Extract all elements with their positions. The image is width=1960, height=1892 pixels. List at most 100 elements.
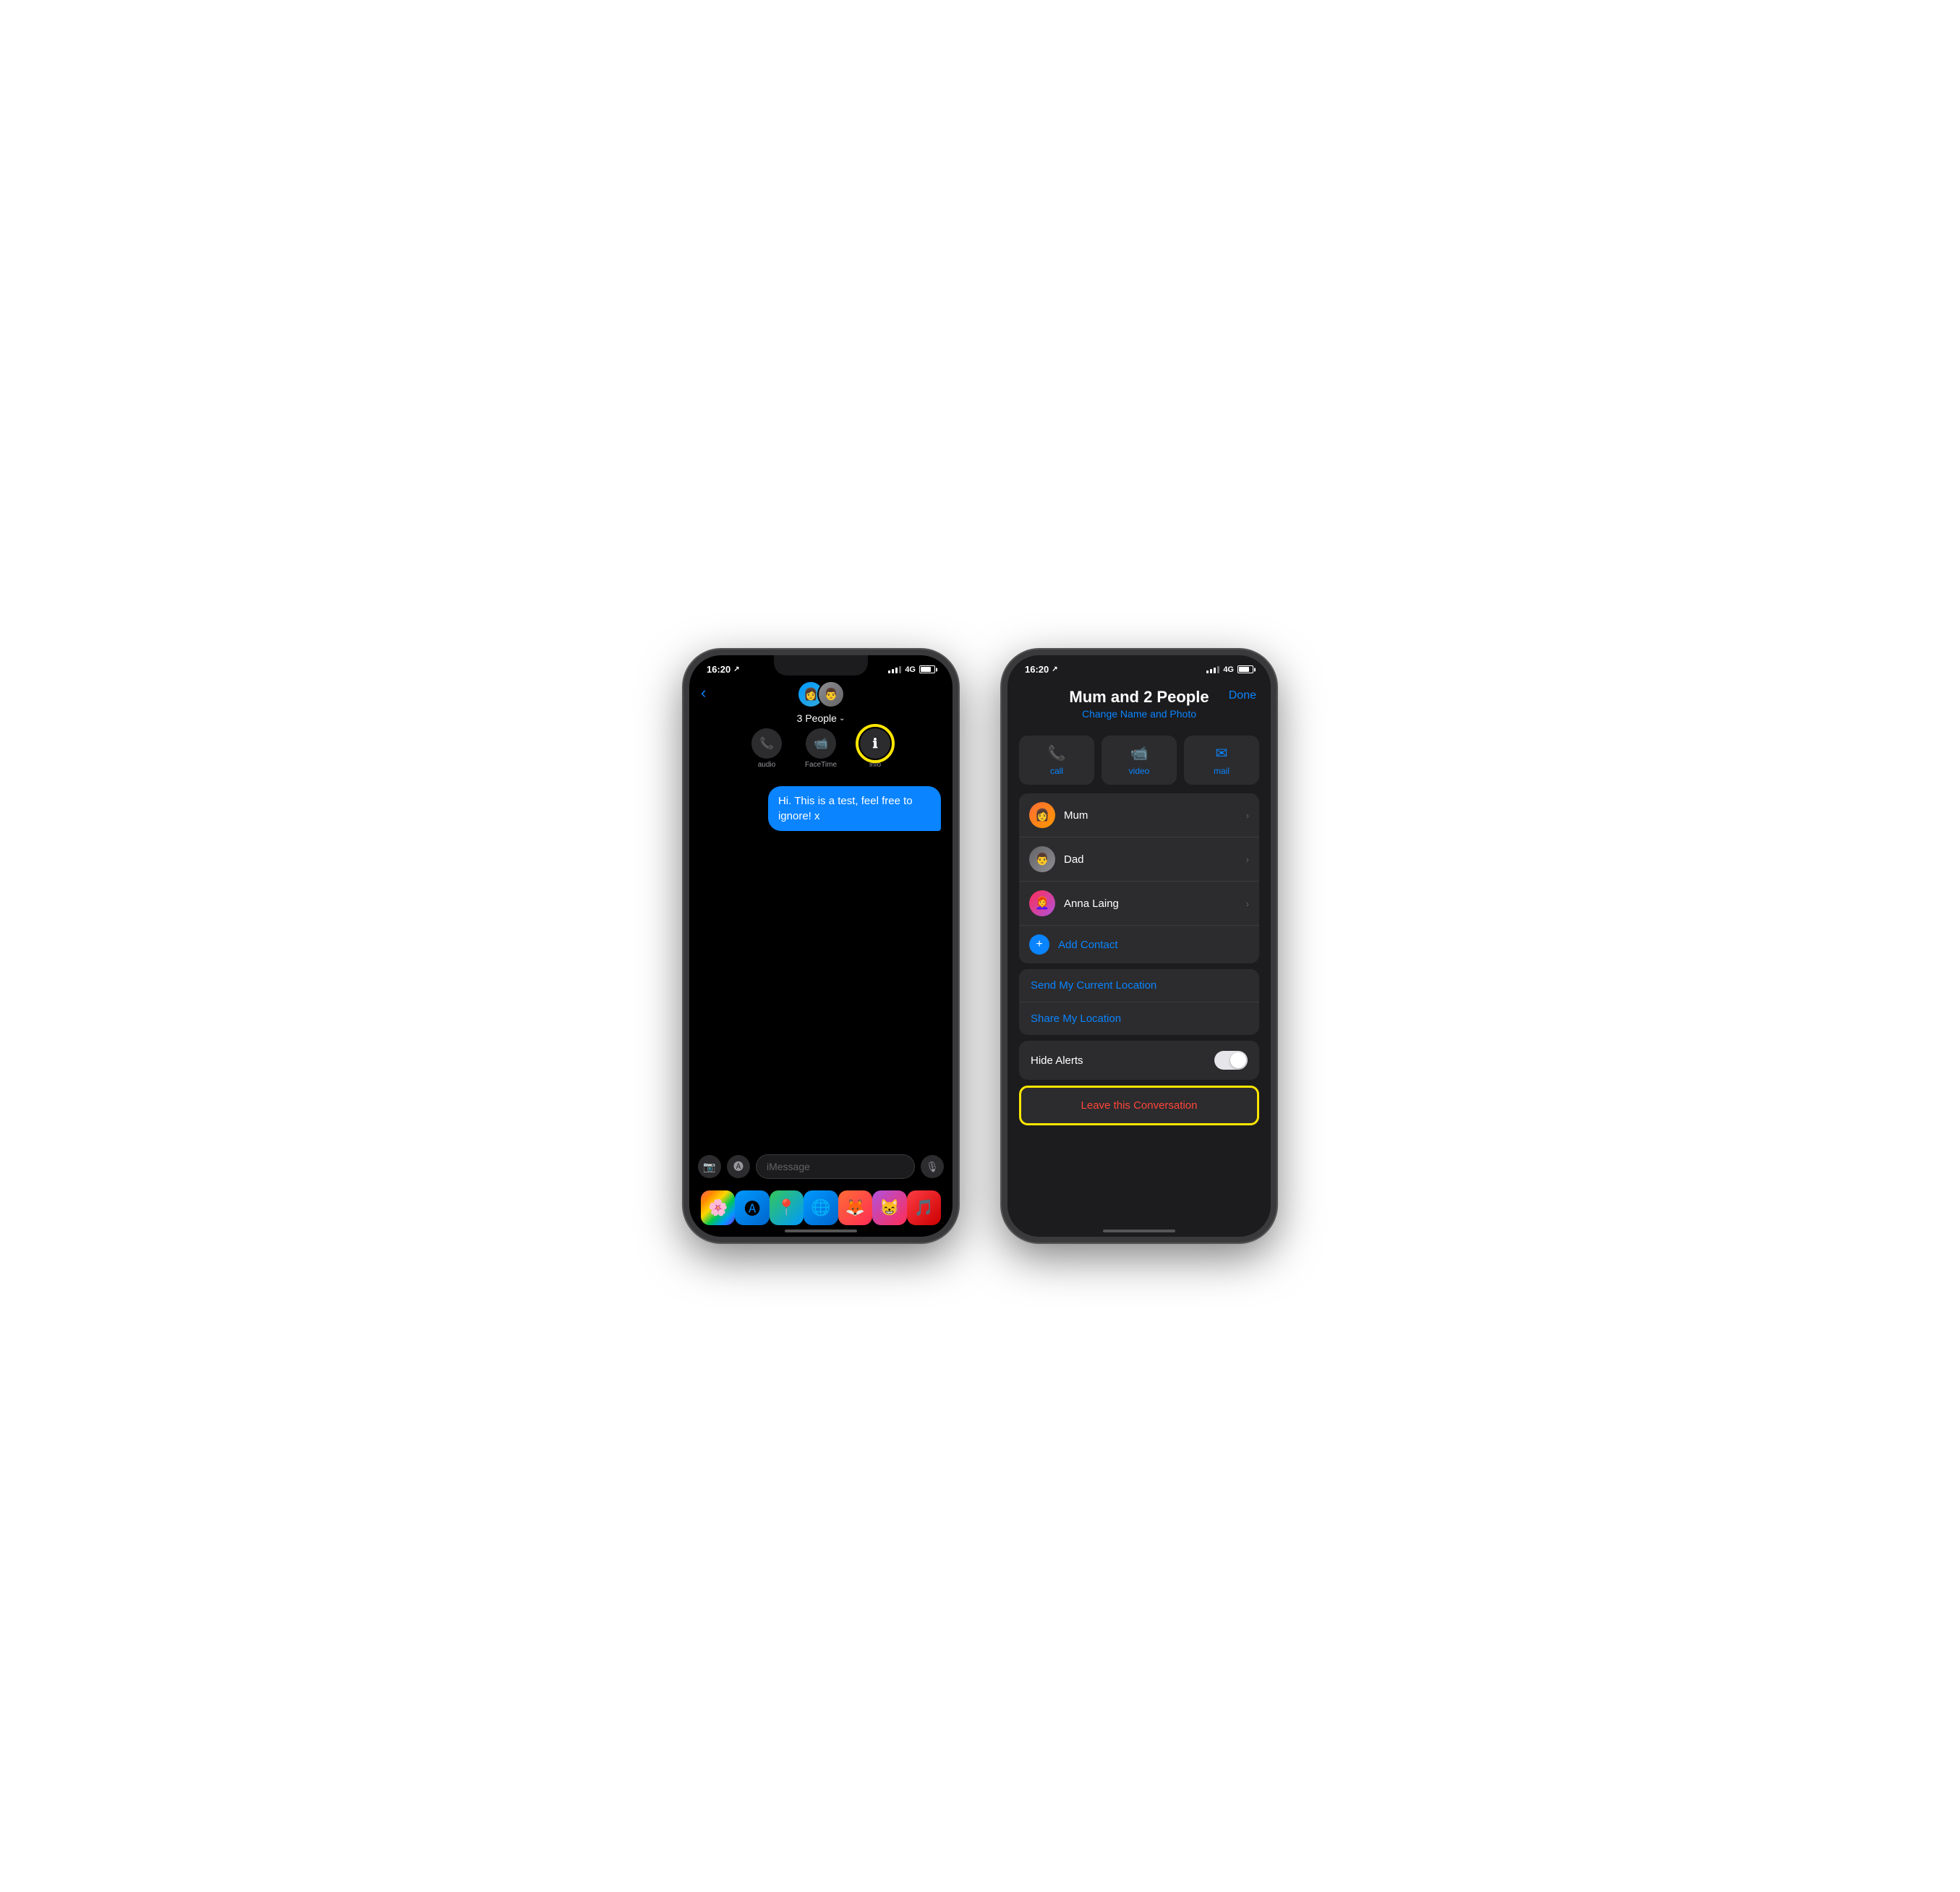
send-location-row[interactable]: Send My Current Location xyxy=(1019,969,1259,1002)
messages-header: ‹ 👩 👨 3 People ⌄ 📞 audio xyxy=(689,678,953,780)
messages-screen: 16:20 ↗ 4G ‹ xyxy=(689,655,953,1237)
mic-icon: 🎙 xyxy=(926,1161,939,1173)
add-contact-label: Add Contact xyxy=(1058,939,1118,951)
battery-icon-1 xyxy=(919,665,935,673)
call-label: call xyxy=(1050,766,1063,776)
audio-toolbar-item[interactable]: 📞 audio xyxy=(751,728,782,769)
message-text: Hi. This is a test, feel free to ignore!… xyxy=(778,795,913,822)
video-label: video xyxy=(1129,766,1150,776)
share-location-row[interactable]: Share My Location xyxy=(1019,1002,1259,1035)
status-time-2: 16:20 ↗ xyxy=(1025,664,1058,675)
share-location-label: Share My Location xyxy=(1031,1013,1121,1025)
send-location-label: Send My Current Location xyxy=(1031,979,1156,992)
dock-photos[interactable]: 🌸 xyxy=(701,1190,735,1225)
apps-icon: 🅐 xyxy=(733,1159,743,1174)
bar2 xyxy=(892,669,894,673)
audio-label: audio xyxy=(758,761,775,769)
add-contact-row[interactable]: + Add Contact xyxy=(1019,926,1259,963)
location-section: Send My Current Location Share My Locati… xyxy=(1019,969,1259,1035)
bar4 xyxy=(899,666,901,673)
info-toolbar-item[interactable]: ℹ info xyxy=(860,728,890,769)
custom1-icon: 🦊 xyxy=(845,1198,865,1217)
battery-icon-2 xyxy=(1237,665,1253,673)
back-button[interactable]: ‹ xyxy=(701,683,706,702)
mail-label: mail xyxy=(1214,766,1230,776)
video-icon: 📹 xyxy=(814,736,828,751)
battery-fill-1 xyxy=(921,667,931,672)
mail-icon: ✉ xyxy=(1216,744,1228,762)
apps-icon-btn[interactable]: 🅐 xyxy=(727,1155,750,1178)
facetime-toolbar-item[interactable]: 📹 FaceTime xyxy=(805,728,837,769)
status-icons-2: 4G xyxy=(1206,665,1253,674)
signal-icon-1 xyxy=(888,666,901,673)
status-time-1: 16:20 ↗ xyxy=(707,664,740,675)
chevron-icon-dad: › xyxy=(1246,854,1249,865)
dock-music[interactable]: 🎵 xyxy=(907,1190,941,1225)
safari-icon: 🌐 xyxy=(811,1198,830,1217)
alerts-label: Hide Alerts xyxy=(1031,1054,1214,1067)
dock-findmy[interactable]: 📍 xyxy=(770,1190,804,1225)
home-indicator-1 xyxy=(785,1230,857,1232)
findmy-icon: 📍 xyxy=(777,1198,796,1217)
camera-icon-btn[interactable]: 📷 xyxy=(698,1155,721,1178)
signal-icon-2 xyxy=(1206,666,1219,673)
facetime-icon-btn[interactable]: 📹 xyxy=(806,728,836,759)
add-contact-icon: + xyxy=(1029,934,1049,955)
info-label: info xyxy=(869,761,881,769)
phone-messages: 16:20 ↗ 4G ‹ xyxy=(683,649,958,1243)
toggle-thumb xyxy=(1230,1052,1246,1068)
scene: 16:20 ↗ 4G ‹ xyxy=(683,649,1277,1243)
network-label-1: 4G xyxy=(905,665,916,674)
info-content: 📞 call 📹 video ✉ mail 👩 xyxy=(1007,724,1271,1237)
battery-fill-2 xyxy=(1239,667,1249,672)
contact-avatar-anna: 👩‍🦰 xyxy=(1029,890,1055,916)
info-icon: ℹ xyxy=(873,736,878,751)
contact-avatar-dad: 👨 xyxy=(1029,846,1055,872)
video-action-btn[interactable]: 📹 video xyxy=(1102,736,1177,785)
dock-custom2[interactable]: 😸 xyxy=(872,1190,906,1225)
group-name[interactable]: 3 People ⌄ xyxy=(797,712,845,724)
home-indicator-2 xyxy=(1103,1230,1175,1232)
custom2-icon: 😸 xyxy=(879,1198,899,1217)
bar2-2 xyxy=(1210,669,1212,673)
mic-icon-btn[interactable]: 🎙 xyxy=(921,1155,944,1178)
leave-conversation-section[interactable]: Leave this Conversation xyxy=(1019,1086,1259,1125)
action-buttons: 📞 call 📹 video ✉ mail xyxy=(1007,727,1271,793)
chevron-down-icon: ⌄ xyxy=(839,715,845,723)
call-icon: 📞 xyxy=(1048,744,1066,762)
audio-icon-btn[interactable]: 📞 xyxy=(751,728,782,759)
info-icon-btn[interactable]: ℹ xyxy=(860,728,890,759)
dock-appstore[interactable]: 🅐 xyxy=(735,1190,769,1225)
avatar-2: 👨 xyxy=(817,681,845,708)
info-title: Mum and 2 People xyxy=(1069,688,1209,707)
dock-custom1[interactable]: 🦊 xyxy=(838,1190,872,1225)
contact-name-anna: Anna Laing xyxy=(1064,898,1237,910)
dock-safari[interactable]: 🌐 xyxy=(804,1190,838,1225)
status-bar-1: 16:20 ↗ 4G xyxy=(689,655,953,678)
done-button[interactable]: Done xyxy=(1229,689,1256,702)
contact-name-dad: Dad xyxy=(1064,853,1237,866)
imessage-placeholder: iMessage xyxy=(767,1161,810,1172)
bar4-2 xyxy=(1217,666,1219,673)
location-arrow-1: ↗ xyxy=(733,665,739,673)
chevron-icon-mum: › xyxy=(1246,810,1249,821)
change-name-photo-link[interactable]: Change Name and Photo xyxy=(1082,708,1196,720)
contact-row-mum[interactable]: 👩 Mum › xyxy=(1019,793,1259,838)
contact-row-dad[interactable]: 👨 Dad › xyxy=(1019,838,1259,882)
status-bar-2: 16:20 ↗ 4G xyxy=(1007,655,1271,678)
contact-name-mum: Mum xyxy=(1064,809,1237,822)
hide-alerts-toggle[interactable] xyxy=(1214,1051,1248,1070)
contact-avatar-mum: 👩 xyxy=(1029,802,1055,828)
phone-info: 16:20 ↗ 4G Don xyxy=(1002,649,1277,1243)
location-arrow-2: ↗ xyxy=(1052,665,1057,673)
leave-conversation-label: Leave this Conversation xyxy=(1081,1099,1198,1112)
call-action-btn[interactable]: 📞 call xyxy=(1019,736,1094,785)
info-header: Done Mum and 2 People Change Name and Ph… xyxy=(1007,678,1271,724)
mail-action-btn[interactable]: ✉ mail xyxy=(1184,736,1259,785)
imessage-input[interactable]: iMessage xyxy=(756,1154,915,1179)
network-label-2: 4G xyxy=(1223,665,1234,674)
group-avatars[interactable]: 👩 👨 xyxy=(797,681,845,708)
contact-row-anna[interactable]: 👩‍🦰 Anna Laing › xyxy=(1019,882,1259,926)
status-icons-1: 4G xyxy=(888,665,935,674)
facetime-label: FaceTime xyxy=(805,761,837,769)
